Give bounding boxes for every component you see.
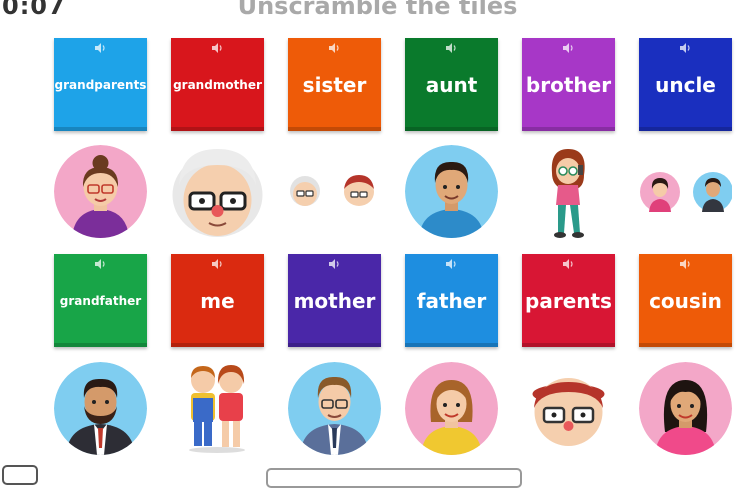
tile-label: grandmother [173,77,262,92]
picture-grandparents[interactable] [288,145,381,238]
picture-girl-on-phone[interactable] [522,145,615,238]
speaker-icon[interactable] [94,259,107,269]
picture-woman-dark-hair[interactable] [639,362,732,455]
picture-grandmother-glasses[interactable] [522,362,615,455]
speaker-icon[interactable] [562,43,575,53]
picture-young-man[interactable] [405,145,498,238]
tile-label: sister [302,72,367,97]
speaker-icon[interactable] [562,259,575,269]
picture-woman-bun-glasses[interactable] [54,145,147,238]
tile-me[interactable]: me [171,254,264,347]
tile-label: me [200,288,235,313]
speaker-icon[interactable] [445,43,458,53]
tile-father[interactable]: father [405,254,498,347]
tile-uncle[interactable]: uncle [639,38,732,131]
tile-grandparents[interactable]: grandparents [54,38,147,131]
tile-aunt[interactable]: aunt [405,38,498,131]
tile-label: grandparents [54,77,147,92]
tile-grandmother[interactable]: grandmother [171,38,264,131]
tile-sister[interactable]: sister [288,38,381,131]
tile-label: cousin [649,288,722,313]
picture-man-suit-beard[interactable] [54,362,147,455]
speaker-icon[interactable] [328,259,341,269]
tile-cousin[interactable]: cousin [639,254,732,347]
picture-small-couple[interactable] [639,145,733,238]
speaker-icon[interactable] [679,259,692,269]
tile-label: parents [525,288,612,313]
tile-label: father [416,288,487,313]
speaker-icon[interactable] [211,43,224,53]
speaker-icon[interactable] [445,259,458,269]
picture-man-glasses-suit[interactable] [288,362,381,455]
picture-two-kids[interactable] [171,362,264,455]
speaker-icon[interactable] [211,259,224,269]
picture-woman-smiling[interactable] [405,362,498,455]
footer-bar[interactable] [266,468,522,488]
tile-parents[interactable]: parents [522,254,615,347]
tile-label: uncle [655,72,716,97]
tile-mother[interactable]: mother [288,254,381,347]
tile-label: grandfather [59,293,142,308]
tile-grandfather[interactable]: grandfather [54,254,147,347]
footer-button[interactable] [2,465,38,485]
tile-label: mother [293,288,376,313]
tile-label: brother [525,72,612,97]
speaker-icon[interactable] [328,43,341,53]
game-title: Unscramble the tiles [237,0,518,20]
speaker-icon[interactable] [94,43,107,53]
speaker-icon[interactable] [679,43,692,53]
tile-label: aunt [425,72,478,97]
picture-grandfather-glasses[interactable] [171,145,264,238]
tile-brother[interactable]: brother [522,38,615,131]
